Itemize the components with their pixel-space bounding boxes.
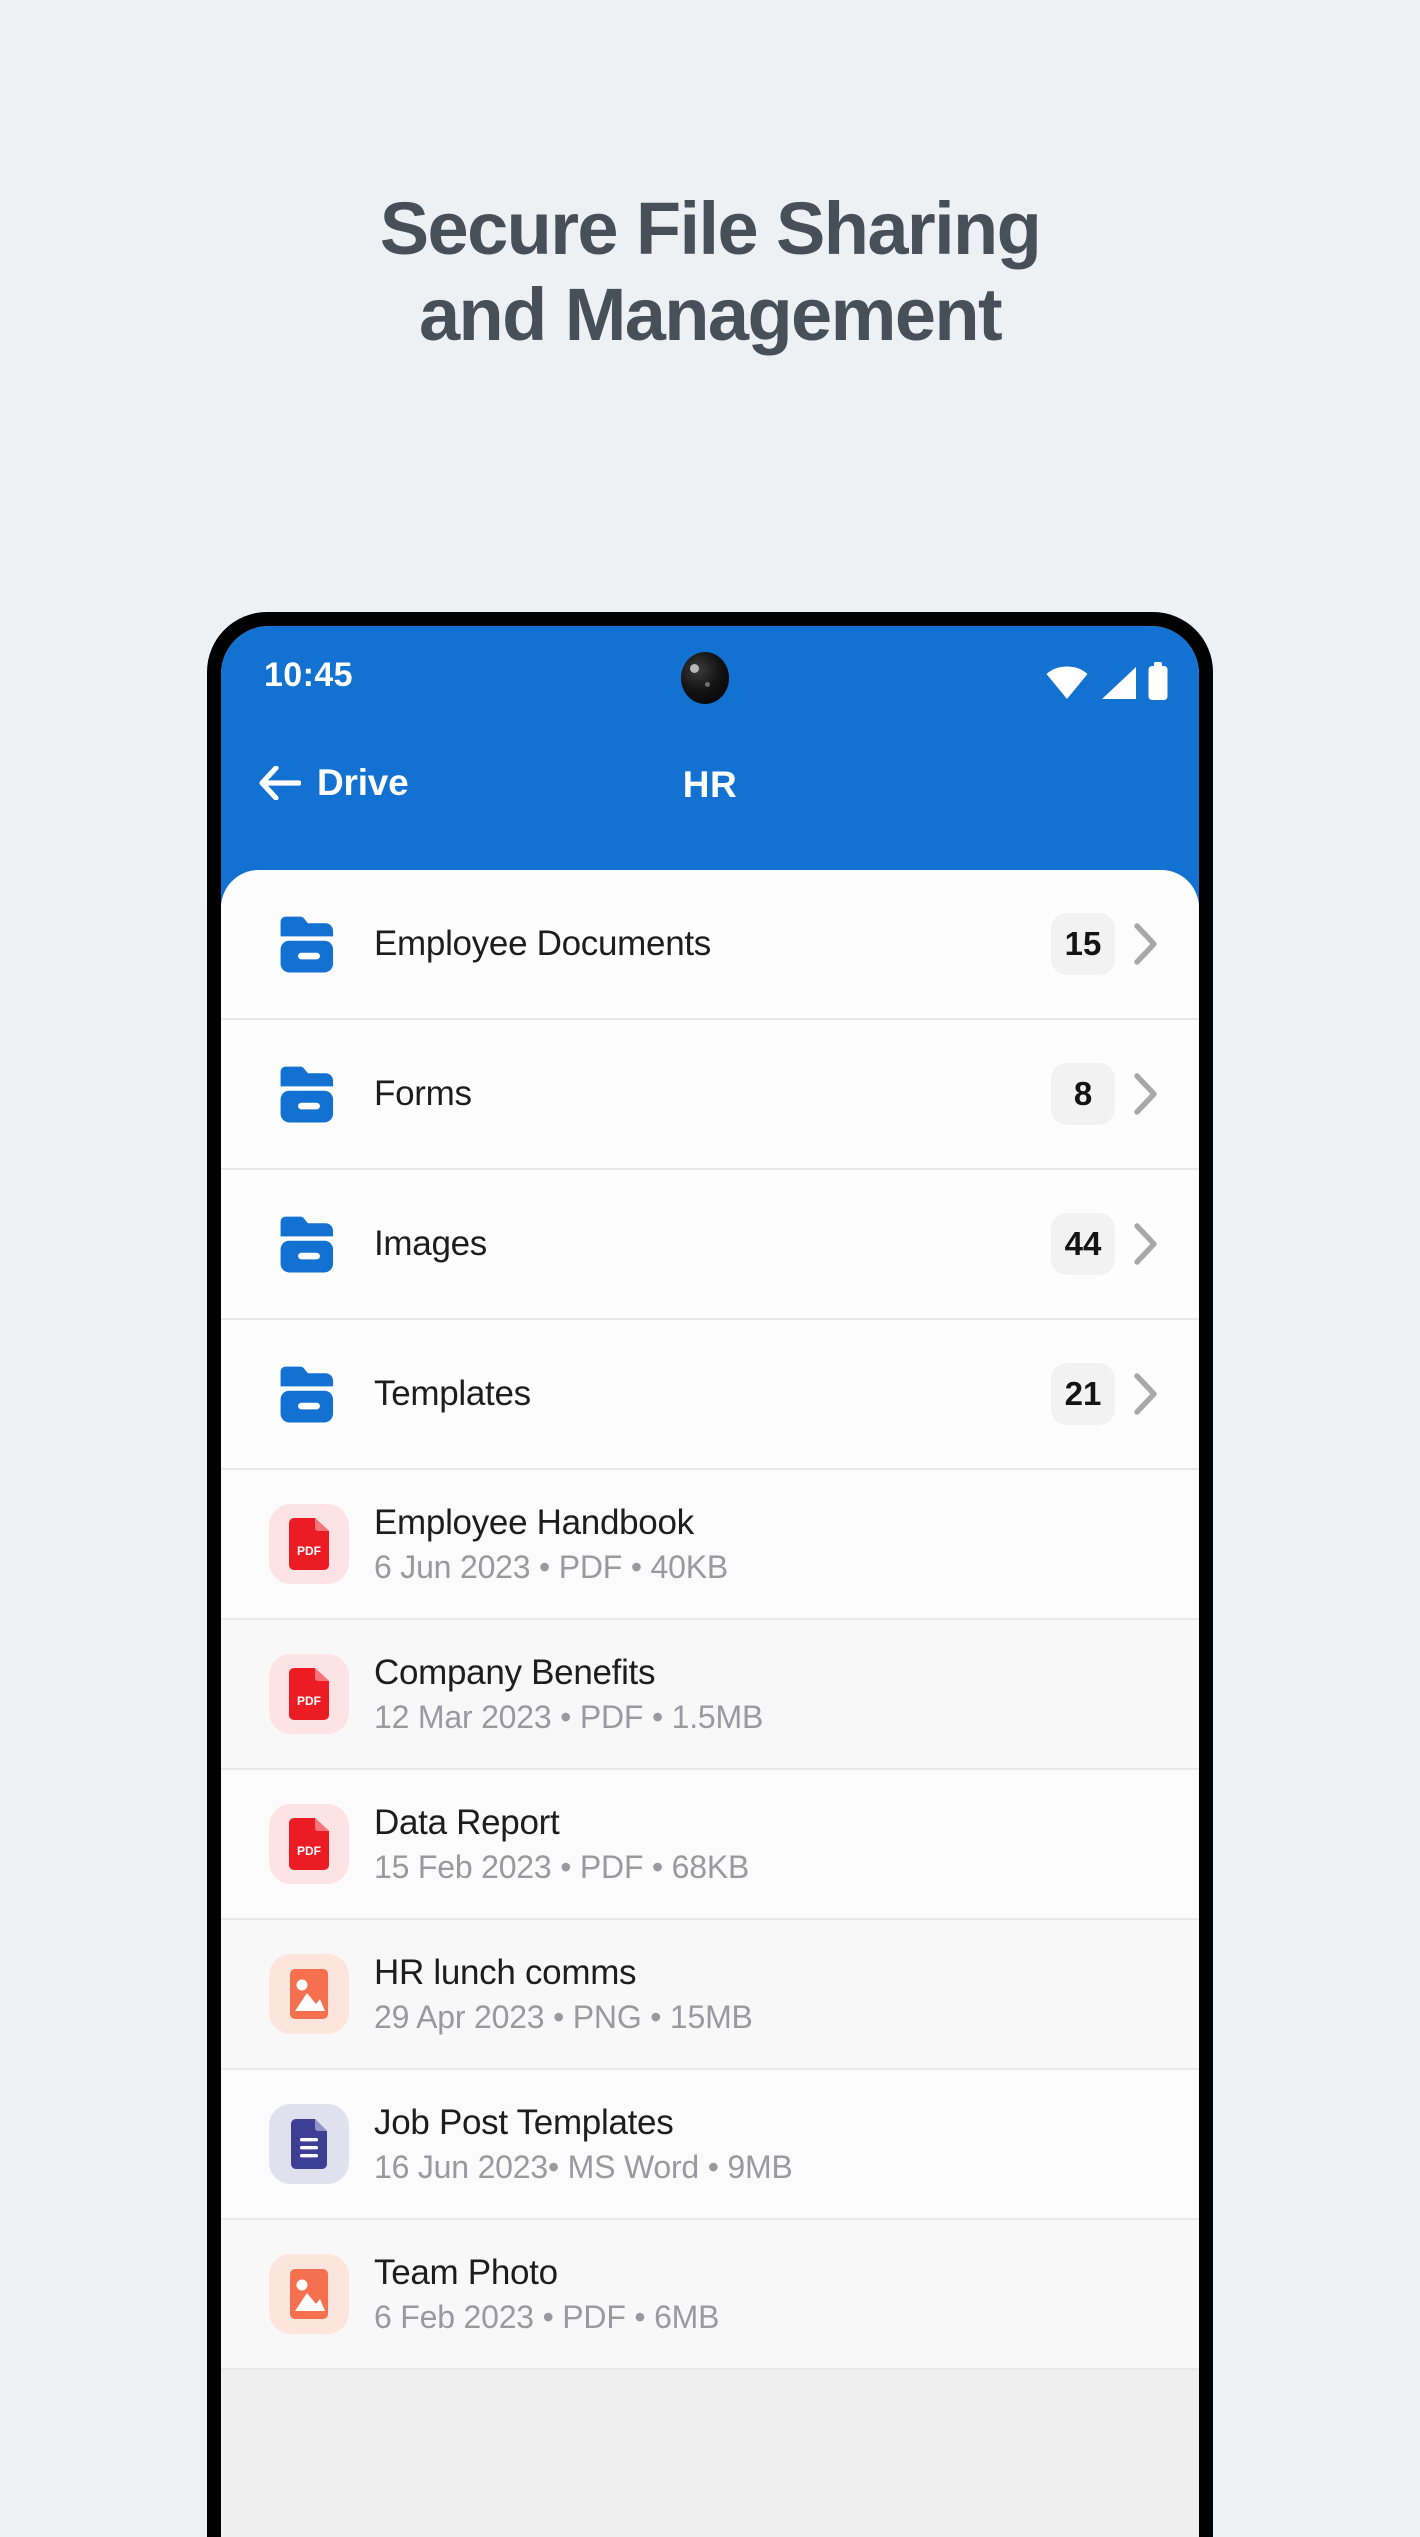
folder-list-item[interactable]: Templates 21	[221, 1320, 1199, 1470]
front-camera-punch-hole-icon	[681, 652, 729, 704]
chevron-right-icon[interactable]	[1129, 1222, 1163, 1266]
page-title-line-2: and Management	[418, 272, 1003, 356]
cellular-signal-icon	[1102, 667, 1136, 699]
file-meta: 16 Jun 2023• MS Word • 9MB	[374, 2148, 793, 2185]
folder-list-item[interactable]: Images 44	[221, 1170, 1199, 1320]
chevron-right-icon[interactable]	[1129, 922, 1163, 966]
phone-screen: 10:45 Drive HR Employee Documents 15 For…	[221, 626, 1199, 2537]
folder-name: Forms	[374, 1074, 472, 1114]
camera-glint	[690, 664, 699, 673]
app-bar: Drive HR	[221, 736, 1199, 846]
pdf-file-icon: PDF	[266, 1801, 352, 1887]
file-text-block: Employee Handbook 6 Jun 2023 • PDF • 40K…	[374, 1503, 1199, 1584]
file-list-item[interactable]: HR lunch comms 29 Apr 2023 • PNG • 15MB	[221, 1920, 1199, 2070]
pdf-file-icon: PDF	[266, 1651, 352, 1737]
folder-text-block: Images	[374, 1224, 1051, 1263]
file-text-block: Job Post Templates 16 Jun 2023• MS Word …	[374, 2103, 1199, 2184]
camera-glint-secondary	[705, 682, 710, 687]
page-title-line-1: Secure File Sharing	[379, 187, 1042, 270]
folder-list-item[interactable]: Employee Documents 15	[221, 870, 1199, 1020]
svg-text:PDF: PDF	[297, 1694, 321, 1708]
phone-device-frame: 10:45 Drive HR Employee Documents 15 For…	[207, 612, 1213, 2537]
file-list-item[interactable]: PDF Employee Handbook 6 Jun 2023 • PDF •…	[221, 1470, 1199, 1620]
status-bar-time: 10:45	[264, 656, 353, 694]
folder-text-block: Employee Documents	[374, 924, 1051, 963]
folder-list-item[interactable]: Forms 8	[221, 1020, 1199, 1170]
file-list-item[interactable]: Team Photo 6 Feb 2023 • PDF • 6MB	[221, 2220, 1199, 2370]
folder-name: Templates	[374, 1374, 531, 1414]
file-list-item[interactable]: PDF Data Report 15 Feb 2023 • PDF • 68KB	[221, 1770, 1199, 1920]
folder-text-block: Templates	[374, 1374, 1051, 1413]
folder-icon	[266, 1201, 352, 1287]
folder-text-block: Forms	[374, 1074, 1051, 1113]
file-name: Team Photo	[374, 2253, 558, 2293]
file-list-sheet[interactable]: Employee Documents 15 Forms 8 Images 44 …	[221, 870, 1199, 2537]
folder-name: Images	[374, 1224, 487, 1264]
folder-icon	[266, 1051, 352, 1137]
wifi-icon	[1046, 666, 1088, 699]
file-meta: 6 Jun 2023 • PDF • 40KB	[374, 1548, 729, 1585]
folder-icon	[266, 901, 352, 987]
pdf-file-icon: PDF	[266, 1501, 352, 1587]
file-list-item[interactable]: Job Post Templates 16 Jun 2023• MS Word …	[221, 2070, 1199, 2220]
file-meta: 29 Apr 2023 • PNG • 15MB	[374, 1998, 753, 2035]
folder-item-count-badge: 15	[1051, 913, 1115, 975]
folder-item-count-badge: 44	[1051, 1213, 1115, 1275]
file-text-block: Data Report 15 Feb 2023 • PDF • 68KB	[374, 1803, 1199, 1884]
folder-item-count-badge: 8	[1051, 1063, 1115, 1125]
folder-icon	[266, 1351, 352, 1437]
file-name: Data Report	[374, 1803, 560, 1843]
image-file-icon	[266, 1951, 352, 2037]
file-meta: 6 Feb 2023 • PDF • 6MB	[374, 2298, 720, 2335]
app-bar-title: HR	[682, 764, 738, 805]
file-list-item[interactable]: PDF Company Benefits 12 Mar 2023 • PDF •…	[221, 1620, 1199, 1770]
word-file-icon	[266, 2101, 352, 2187]
chevron-right-icon[interactable]	[1129, 1072, 1163, 1116]
file-text-block: HR lunch comms 29 Apr 2023 • PNG • 15MB	[374, 1953, 1199, 2034]
folder-item-count-badge: 21	[1051, 1363, 1115, 1425]
svg-text:PDF: PDF	[297, 1544, 321, 1558]
image-file-icon	[266, 2251, 352, 2337]
file-meta: 15 Feb 2023 • PDF • 68KB	[374, 1848, 750, 1885]
list-empty-space	[221, 2370, 1199, 2537]
file-name: Company Benefits	[374, 1653, 656, 1693]
battery-icon	[1148, 662, 1168, 700]
file-name: HR lunch comms	[374, 1953, 637, 1993]
file-text-block: Team Photo 6 Feb 2023 • PDF • 6MB	[374, 2253, 1199, 2334]
file-meta: 12 Mar 2023 • PDF • 1.5MB	[374, 1698, 764, 1735]
file-name: Employee Handbook	[374, 1503, 694, 1543]
status-bar: 10:45	[221, 626, 1199, 736]
status-bar-icons	[1045, 658, 1169, 700]
file-text-block: Company Benefits 12 Mar 2023 • PDF • 1.5…	[374, 1653, 1199, 1734]
chevron-right-icon[interactable]	[1129, 1372, 1163, 1416]
page-title: Secure File Sharing and Management	[0, 186, 1420, 358]
file-name: Job Post Templates	[374, 2103, 674, 2143]
svg-text:PDF: PDF	[297, 1844, 321, 1858]
folder-name: Employee Documents	[374, 924, 711, 964]
